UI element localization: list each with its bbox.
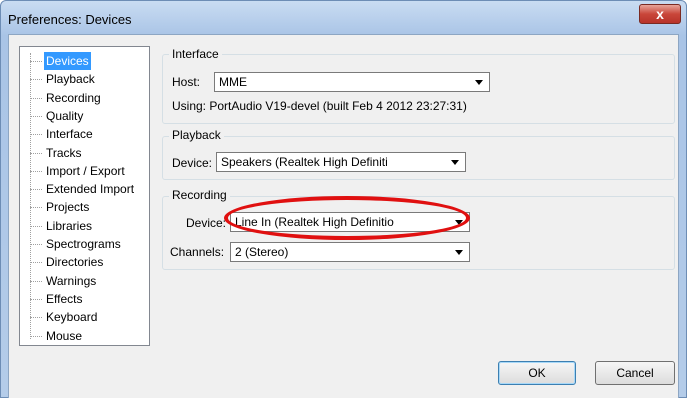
playback-device-value: Speakers (Realtek High Definiti [221, 155, 388, 169]
red-highlight-annotation [224, 196, 470, 240]
tree-item-recording[interactable]: Recording [46, 89, 101, 107]
ok-button[interactable]: OK [498, 361, 576, 385]
tree-item-mouse[interactable]: Mouse [46, 327, 82, 345]
window-title: Preferences: Devices [8, 12, 132, 27]
tree-item-playback[interactable]: Playback [46, 70, 95, 88]
chevron-down-icon [451, 160, 459, 165]
tree-item-libraries[interactable]: Libraries [46, 217, 92, 235]
playback-device-select[interactable]: Speakers (Realtek High Definiti [216, 152, 466, 172]
playback-group-title: Playback [169, 128, 224, 142]
tree-connector [30, 225, 42, 227]
channels-label: Channels: [170, 245, 225, 259]
chevron-down-icon [455, 250, 463, 255]
tree-item-interface[interactable]: Interface [46, 125, 93, 143]
tree-connector [30, 79, 42, 81]
tree-item-quality[interactable]: Quality [46, 107, 83, 125]
tree-connector [30, 115, 42, 117]
host-label: Host: [172, 75, 201, 89]
tree-item-effects[interactable]: Effects [46, 290, 82, 308]
tree-connector-line [30, 53, 31, 339]
tree-connector [30, 189, 42, 191]
tree-item-import-export[interactable]: Import / Export [46, 162, 125, 180]
tree-connector [30, 97, 42, 99]
tree-connector [30, 244, 42, 245]
host-select[interactable]: MME [214, 72, 490, 92]
tree-connector [30, 152, 42, 154]
playback-device-label: Device: [172, 156, 213, 170]
close-button[interactable]: x [639, 4, 681, 24]
tree-connector [30, 262, 42, 264]
tree-connector [30, 298, 42, 300]
tree-connector [30, 317, 42, 319]
tree-item-warnings[interactable]: Warnings [46, 272, 96, 290]
channels-select[interactable]: 2 (Stereo) [230, 242, 470, 262]
tree-connector [30, 207, 42, 209]
tree-item-keyboard[interactable]: Keyboard [46, 308, 97, 326]
interface-group-title: Interface [169, 47, 222, 61]
tree-item-projects[interactable]: Projects [46, 198, 89, 216]
cancel-button[interactable]: Cancel [595, 361, 675, 385]
tree-item-extended-import[interactable]: Extended Import [46, 180, 134, 198]
tree-connector [30, 280, 42, 282]
chevron-down-icon [475, 80, 483, 85]
recording-device-label: Device: [186, 216, 227, 230]
preferences-tree[interactable]: Devices Playback Recording Quality Interface… [19, 46, 150, 346]
tree-connector [30, 134, 42, 136]
tree-connector [30, 335, 42, 337]
channels-value: 2 (Stereo) [235, 245, 289, 259]
tree-item-devices[interactable]: Devices [44, 52, 91, 70]
tree-connector [30, 170, 42, 172]
using-portaudio-text: Using: PortAudio V19-devel (built Feb 4 … [172, 99, 467, 113]
tree-item-directories[interactable]: Directories [46, 253, 103, 271]
tree-connector [30, 61, 42, 62]
tree-item-tracks[interactable]: Tracks [46, 144, 82, 162]
host-select-value: MME [219, 75, 247, 89]
recording-group-title: Recording [169, 188, 230, 202]
tree-item-spectrograms[interactable]: Spectrograms [46, 235, 121, 253]
